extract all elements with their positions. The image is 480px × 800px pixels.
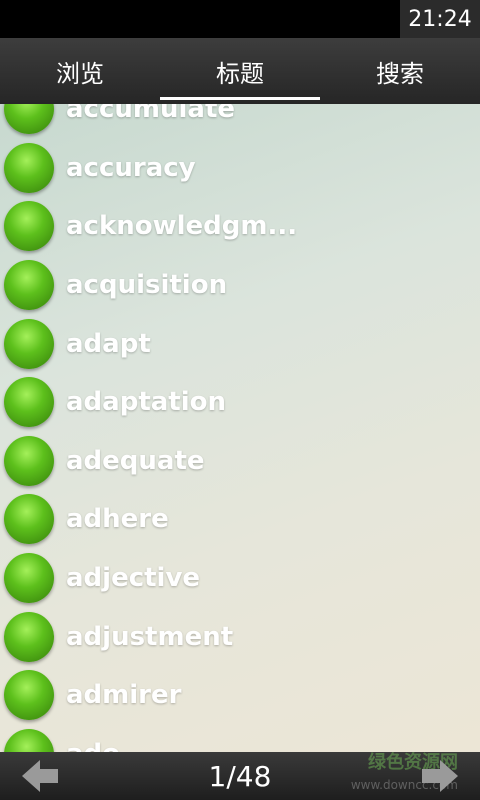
list-item[interactable]: adhere bbox=[0, 490, 480, 549]
green-ball-icon bbox=[4, 260, 54, 311]
list-item[interactable]: ado bbox=[0, 725, 480, 752]
list-item[interactable]: adequate bbox=[0, 432, 480, 491]
green-ball-icon bbox=[4, 670, 54, 721]
word-label: adjustment bbox=[66, 621, 234, 652]
status-time: 21:24 bbox=[400, 0, 480, 38]
list-item[interactable]: adapt bbox=[0, 314, 480, 373]
green-ball-icon bbox=[4, 142, 54, 193]
list-item[interactable]: admirer bbox=[0, 666, 480, 725]
green-ball-icon bbox=[4, 435, 54, 486]
word-label: adaptation bbox=[66, 387, 226, 418]
tab-search[interactable]: 搜索 bbox=[320, 38, 480, 104]
list-item[interactable]: acquisition bbox=[0, 256, 480, 315]
list-item[interactable]: adjective bbox=[0, 549, 480, 608]
green-ball-icon bbox=[4, 553, 54, 604]
word-label: accumulate bbox=[66, 104, 235, 125]
green-ball-icon bbox=[4, 494, 54, 545]
green-ball-icon bbox=[4, 104, 54, 135]
arrow-right-icon bbox=[422, 760, 458, 792]
list-item[interactable]: adaptation bbox=[0, 373, 480, 432]
green-ball-icon bbox=[4, 318, 54, 369]
tab-titles[interactable]: 标题 bbox=[160, 38, 320, 104]
tab-browse[interactable]: 浏览 bbox=[0, 38, 160, 104]
word-label: adequate bbox=[66, 445, 205, 476]
word-label: adapt bbox=[66, 328, 151, 359]
pager-bar: 1/48 绿色资源网 www.downcc.com bbox=[0, 752, 480, 800]
list-item[interactable]: acknowledgm... bbox=[0, 197, 480, 256]
word-label: ado bbox=[66, 739, 120, 752]
word-label: adhere bbox=[66, 504, 169, 535]
word-label: acknowledgm... bbox=[66, 211, 298, 242]
green-ball-icon bbox=[4, 611, 54, 662]
word-label: adjective bbox=[66, 563, 201, 594]
word-label: acquisition bbox=[66, 270, 228, 301]
green-ball-icon bbox=[4, 201, 54, 252]
list-item[interactable]: accumulate bbox=[0, 104, 480, 139]
next-page-button[interactable] bbox=[420, 758, 460, 794]
tab-bar: 浏览 标题 搜索 bbox=[0, 38, 480, 104]
list-item[interactable]: adjustment bbox=[0, 607, 480, 666]
green-ball-icon bbox=[4, 728, 54, 752]
word-list[interactable]: accumulate accuracy acknowledgm... acqui… bbox=[0, 104, 480, 752]
list-item[interactable]: accuracy bbox=[0, 139, 480, 198]
word-label: admirer bbox=[66, 680, 182, 711]
status-bar: 21:24 bbox=[0, 0, 480, 38]
word-label: accuracy bbox=[66, 152, 196, 183]
green-ball-icon bbox=[4, 377, 54, 428]
